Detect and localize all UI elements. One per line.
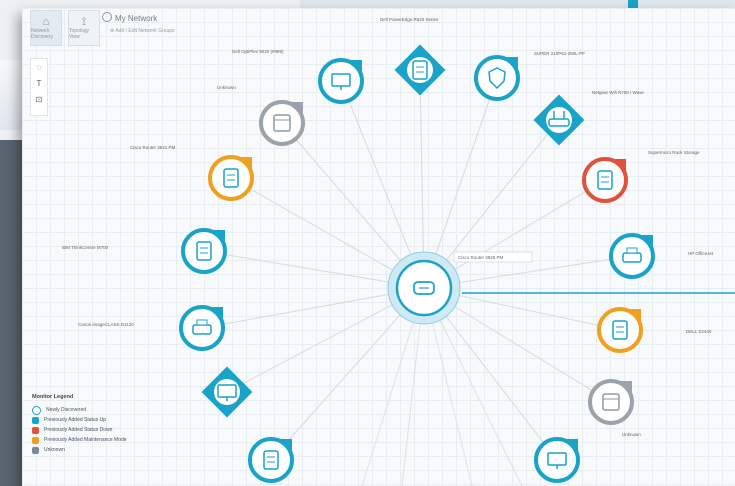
device-label: Cisco Router 3921 PM [130, 145, 176, 150]
server-icon [612, 320, 628, 340]
legend-swatch-maintenance [32, 436, 39, 444]
network-title: My Network [102, 12, 157, 23]
server-icon [196, 241, 212, 261]
legend-item: Previously Added Maintenance Mode [32, 435, 172, 445]
device-label: HP OfficeJet [688, 251, 714, 256]
network-icon: ⌂ [42, 16, 50, 28]
toolbar: ⌂ Network Discovery ⟟ Topology View [30, 10, 100, 48]
device-node[interactable]: SUPER 210P61-250L-PF [474, 51, 585, 101]
legend-label: Previously Added Maintenance Mode [44, 437, 127, 443]
device-node[interactable]: DELL S2440 [597, 307, 712, 353]
legend-label: Unknown [44, 447, 65, 453]
background-accent [628, 0, 638, 8]
legend-item: Previously Added Status Down [32, 425, 172, 435]
device-label: DELL S2440 [686, 329, 712, 334]
device-node[interactable]: IBM ThinkCentre M700 [62, 228, 227, 274]
storage-icon [597, 170, 613, 190]
network-discovery-button[interactable]: ⌂ Network Discovery [30, 10, 62, 46]
topology-icon: ⟟ [81, 16, 87, 28]
legend-item: Newly Discovered [32, 405, 172, 415]
device-label: Unknown [622, 432, 641, 437]
device-node[interactable]: Netgear Wifi N750 / Wave [533, 90, 645, 146]
device-node[interactable]: Canon imageCLASS D1120 [78, 305, 225, 351]
box-icon [602, 393, 620, 411]
text-icon[interactable]: T [37, 79, 42, 89]
device-label: Supermicro Rack Storage [648, 150, 700, 155]
hub-label: Cisco Router 3925 PM [458, 255, 504, 260]
network-title-text: My Network [115, 14, 158, 23]
legend-swatch-status-up [32, 416, 39, 424]
add-network-group-link[interactable]: ⊕ Add / Edit Network Groups [110, 28, 175, 34]
topology-view-label: Topology View [69, 28, 90, 40]
legend-swatch-unknown [32, 446, 39, 454]
device-node[interactable] [248, 437, 294, 483]
map-tools-sidebar: ◌ T ⊡ [30, 58, 48, 116]
device-node[interactable] [201, 366, 253, 418]
monitor-legend: Monitor Legend Newly Discovered Previous… [32, 394, 172, 455]
device-node[interactable]: Cisco Router 3921 PM [130, 145, 254, 201]
device-node[interactable]: HP OfficeJet [609, 233, 714, 279]
network-discovery-label: Network Discovery [31, 28, 53, 40]
network-globe-icon [102, 12, 112, 22]
legend-swatch-newly-discovered [32, 405, 41, 415]
device-label: IBM ThinkCentre M700 [62, 245, 109, 250]
network-map-window: Dell PowerEdge R620 Series Dell OptiPlex … [22, 8, 735, 486]
legend-label: Previously Added Status Up [44, 417, 106, 423]
legend-label: Newly Discovered [46, 407, 87, 413]
select-icon[interactable]: ⊡ [36, 95, 43, 105]
legend-item: Previously Added Status Up [32, 415, 172, 425]
add-group-label: Add / Edit Network Groups [115, 28, 175, 34]
device-node[interactable]: Dell OptiPlex 9020 (#889) [232, 49, 364, 104]
legend-item: Unknown [32, 445, 172, 455]
device-node[interactable]: Supermicro Rack Storage [582, 150, 700, 203]
device-node[interactable] [534, 437, 580, 483]
device-label: Canon imageCLASS D1120 [78, 322, 134, 327]
server-icon [412, 60, 428, 80]
legend-title: Monitor Legend [32, 394, 74, 400]
server-icon [223, 168, 239, 188]
server-icon [263, 450, 279, 470]
device-label: Dell PowerEdge R620 Series [380, 17, 439, 22]
hub-node[interactable]: Cisco Router 3925 PM [387, 251, 533, 325]
legend-swatch-status-down [32, 426, 39, 434]
device-node[interactable]: Dell PowerEdge R620 Series [380, 17, 446, 96]
router-icon [413, 281, 435, 295]
device-label: Dell OptiPlex 9020 (#889) [232, 49, 284, 54]
box-icon [273, 114, 291, 132]
topology-view-button[interactable]: ⟟ Topology View [68, 10, 100, 46]
device-node[interactable]: Unknown [217, 85, 305, 146]
device-node[interactable]: Unknown [588, 379, 641, 437]
lasso-icon[interactable]: ◌ [37, 63, 42, 73]
device-label: Unknown [217, 85, 236, 90]
device-label: Netgear Wifi N750 / Wave [592, 90, 644, 95]
device-label: SUPER 210P61-250L-PF [534, 51, 585, 56]
legend-label: Previously Added Status Down [44, 427, 113, 433]
